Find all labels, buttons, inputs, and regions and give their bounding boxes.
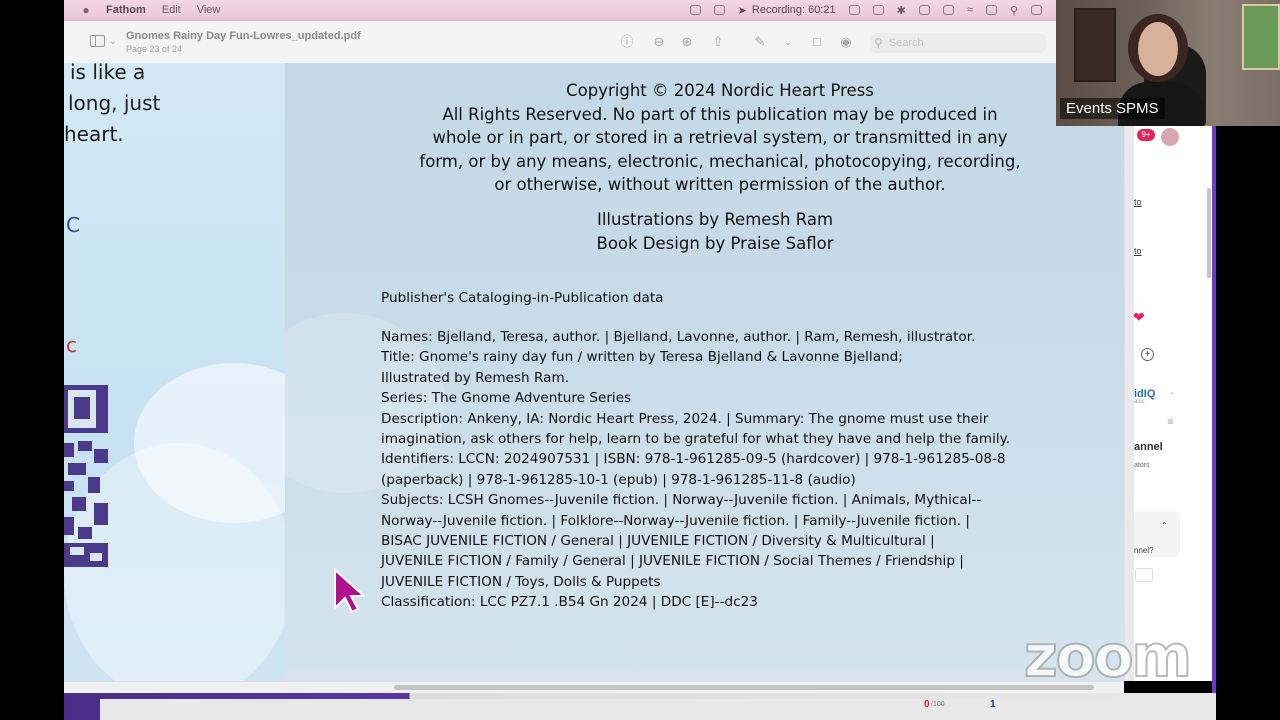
cip-line: Classification: LCC PZ7.1 .B54 Gn 2024 |… bbox=[381, 594, 758, 611]
cip-line: Subjects: LCSH Gnomes--Juvenile fiction.… bbox=[381, 492, 982, 509]
search-field[interactable]: ⚲ Search bbox=[870, 33, 1046, 53]
rights-line: whole or in part, or stored in a retriev… bbox=[432, 128, 1008, 147]
cip-line: JUVENILE FICTION / Toys, Dolls & Puppets bbox=[381, 573, 661, 590]
credits-block: Illustrations by Remesh Ram Book Design … bbox=[285, 208, 1124, 255]
score-max: /100 bbox=[931, 701, 945, 708]
cip-line: Description: Ankeny, IA: Nordic Heart Pr… bbox=[381, 410, 989, 427]
cip-heading: Publisher's Cataloging-in-Publication da… bbox=[381, 290, 664, 306]
menu-view[interactable]: View bbox=[197, 4, 221, 16]
camera-status-icon[interactable] bbox=[689, 5, 701, 15]
rights-line: All Rights Reserved. No part of this pub… bbox=[442, 104, 998, 124]
apple-icon[interactable]: ● bbox=[80, 3, 92, 17]
mac-menubar: ● Fathom Edit View ➤ Recording: 60:21 ✱ … bbox=[64, 0, 1056, 21]
cip-data-block: Names: Bjelland, Teresa, author. | Bjell… bbox=[381, 327, 1101, 613]
rotate-icon[interactable]: □ bbox=[810, 35, 824, 49]
page-text-line: long, just bbox=[68, 91, 161, 115]
person-face bbox=[1138, 22, 1178, 76]
sidebar-toggle-icon[interactable] bbox=[90, 35, 105, 47]
cip-line: JUVENILE FICTION / Family / General | JU… bbox=[381, 553, 964, 570]
page-text-line: heart. bbox=[64, 122, 124, 146]
copyright-line: Copyright © 2024 Nordic Heart Press bbox=[566, 81, 874, 100]
cip-line: BISAC JUVENILE FICTION / General | JUVEN… bbox=[381, 533, 935, 550]
recording-arrow-icon: ➤ bbox=[737, 4, 747, 17]
heart-icon[interactable]: ❤ bbox=[1133, 309, 1145, 326]
info-icon[interactable]: ⓘ bbox=[620, 35, 634, 49]
search-icon: ⚲ bbox=[874, 36, 883, 50]
cip-line: (paperback) | 978-1-961285-10-1 (epub) |… bbox=[381, 471, 856, 488]
cip-line: Series: The Gnome Adventure Series bbox=[381, 390, 632, 407]
cip-line: Title: Gnome's rainy day fun / written b… bbox=[381, 349, 903, 366]
question-text: nnel? bbox=[1134, 546, 1154, 555]
zoom-logo: zoom bbox=[1023, 621, 1193, 691]
bottom-bar: 0 /100 1 bbox=[64, 693, 1216, 720]
panel-scrollbar[interactable] bbox=[1207, 188, 1211, 278]
scrollbar-thumb[interactable] bbox=[394, 685, 1094, 690]
rights-line: or otherwise, without written permission… bbox=[494, 175, 946, 194]
channel-title: annel bbox=[1134, 441, 1163, 453]
bottom-panel: 0 /100 1 bbox=[100, 699, 1180, 720]
copyright-block: Copyright © 2024 Nordic Heart Press All … bbox=[285, 79, 1124, 197]
notification-badge[interactable]: 9+ bbox=[1137, 129, 1155, 141]
search-placeholder: Search bbox=[888, 37, 924, 49]
cip-line: Illustrated by Remesh Ram. bbox=[381, 369, 570, 386]
pdf-viewer-toolbar: ⌄ Gnomes Rainy Day Fun-Lowres_updated.pd… bbox=[64, 21, 1056, 64]
page-fragment-red: c bbox=[66, 333, 77, 357]
zoom-in-icon[interactable]: ⊕ bbox=[680, 35, 694, 49]
panel-link[interactable]: to bbox=[1134, 246, 1142, 256]
car-status-icon[interactable] bbox=[918, 5, 930, 15]
bluetooth-icon[interactable]: ✱ bbox=[897, 4, 906, 17]
score-value: 0 bbox=[924, 699, 930, 710]
document-title: Gnomes Rainy Day Fun-Lowres_updated.pdf bbox=[126, 30, 361, 42]
rights-line: form, or by any means, electronic, mecha… bbox=[419, 151, 1021, 171]
cip-line: Identifiers: LCCN: 2024907531 | ISBN: 97… bbox=[381, 451, 1006, 468]
copyright-page: Copyright © 2024 Nordic Heart Press All … bbox=[285, 63, 1124, 681]
page-text-line: is like a bbox=[70, 63, 146, 84]
close-icon[interactable]: ⊗ bbox=[1167, 417, 1174, 426]
recording-indicator[interactable]: ➤ Recording: 60:21 bbox=[738, 4, 836, 17]
avatar[interactable] bbox=[1161, 128, 1179, 146]
reply-chip[interactable] bbox=[1135, 568, 1153, 582]
spotlight-search-icon[interactable]: ⚲ bbox=[1010, 4, 1018, 17]
recording-label: Recording: 60:21 bbox=[751, 4, 836, 16]
cip-line: Norway--Juvenile fiction. | Folklore--No… bbox=[381, 512, 970, 529]
count-value: 1 bbox=[990, 699, 996, 710]
chevron-up-icon[interactable]: ⌃ bbox=[1169, 391, 1176, 400]
window-status-icon[interactable] bbox=[713, 5, 725, 15]
cloud-status-icon[interactable] bbox=[848, 5, 860, 15]
chevron-down-icon[interactable]: ⌄ bbox=[109, 36, 117, 47]
previous-page-panel: is like a long, just heart. C c bbox=[64, 63, 285, 681]
brand-sub-label: asic bbox=[1134, 399, 1145, 405]
display-icon[interactable] bbox=[942, 5, 954, 15]
mouse-cursor-icon bbox=[334, 568, 365, 614]
qr-code bbox=[64, 385, 108, 567]
annotate-icon[interactable]: ◉ bbox=[839, 35, 853, 49]
menu-app-name[interactable]: Fathom bbox=[106, 4, 146, 16]
wifi-icon[interactable]: ≈ bbox=[967, 4, 973, 16]
zoom-out-icon[interactable]: ⊖ bbox=[652, 35, 666, 49]
add-icon[interactable]: + bbox=[1141, 348, 1154, 361]
design-credit: Book Design by Praise Saflor bbox=[596, 233, 834, 253]
meeting-status-icon[interactable] bbox=[872, 5, 884, 15]
participant-name: Events SPMS bbox=[1060, 98, 1165, 119]
cip-line: imagination, ask others for help, learn … bbox=[381, 431, 1011, 448]
page-indicator: Page 23 of 24 bbox=[126, 44, 183, 54]
control-center-icon[interactable] bbox=[985, 5, 997, 15]
channel-sub: ators bbox=[1134, 462, 1150, 469]
purple-border bbox=[1212, 63, 1216, 720]
notification-icon[interactable] bbox=[1031, 5, 1042, 15]
panel-link[interactable]: to bbox=[1134, 197, 1142, 207]
participant-video[interactable]: Events SPMS bbox=[1056, 0, 1280, 126]
page-fragment-blue: C bbox=[66, 213, 80, 237]
share-icon[interactable]: ⇧ bbox=[711, 35, 725, 49]
side-panel: 9+ to to ❤ + idIQ asic ⌃ ⊗ annel ators ⌃… bbox=[1124, 63, 1213, 681]
wall-picture bbox=[1242, 4, 1280, 70]
markup-chevron-icon[interactable]: ⌄ bbox=[781, 35, 795, 49]
cip-line: Names: Bjelland, Teresa, author. | Bjell… bbox=[381, 329, 976, 345]
chevron-up-icon[interactable]: ⌃ bbox=[1161, 521, 1168, 530]
illustrator-credit: Illustrations by Remesh Ram bbox=[596, 210, 834, 229]
markup-pen-icon[interactable]: ✎ bbox=[753, 35, 767, 49]
bookshelf bbox=[1074, 8, 1116, 82]
panel-gutter bbox=[1125, 63, 1134, 681]
menu-edit[interactable]: Edit bbox=[162, 4, 181, 16]
